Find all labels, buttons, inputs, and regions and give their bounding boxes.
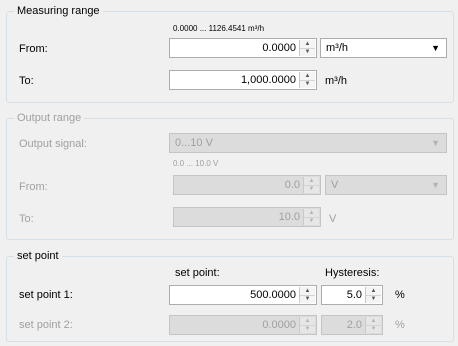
from-spinner[interactable]: ▲ ▼ <box>299 40 315 56</box>
set-point-2-value: 0.0000 <box>262 319 296 331</box>
spin-down-icon[interactable]: ▼ <box>300 325 315 333</box>
spin-down-icon[interactable]: ▼ <box>304 217 319 225</box>
hysteresis-1-spinner[interactable]: ▲ ▼ <box>365 287 381 303</box>
output-from-input[interactable]: 0.0 ▲ ▼ <box>173 175 321 195</box>
to-value: 1,000.0000 <box>240 74 296 86</box>
spin-down-icon[interactable]: ▼ <box>300 80 315 88</box>
hysteresis-2-unit: % <box>395 319 405 331</box>
output-from-value: 0.0 <box>284 179 300 191</box>
dropdown-arrow-icon[interactable]: ▼ <box>431 176 440 194</box>
hysteresis-1-unit: % <box>395 289 405 301</box>
to-label: To: <box>19 75 34 87</box>
from-value: 0.0000 <box>262 42 296 54</box>
output-range-hint: 0.0 ... 10.0 V <box>173 159 219 168</box>
set-point-group: set point set point: Hysteresis: set poi… <box>6 250 454 342</box>
output-to-spinner[interactable]: ▲ ▼ <box>303 209 319 225</box>
set-point-2-input[interactable]: 0.0000 ▲ ▼ <box>169 315 317 335</box>
dropdown-arrow-icon[interactable]: ▼ <box>431 134 440 152</box>
output-to-label: To: <box>19 213 34 225</box>
set-point-1-value: 500.0000 <box>250 289 296 301</box>
to-input[interactable]: 1,000.0000 ▲ ▼ <box>169 70 317 90</box>
unit-select-value: m³/h <box>326 42 348 54</box>
unit-select[interactable]: m³/h ▼ <box>320 38 447 58</box>
output-signal-value: 0...10 V <box>175 137 213 149</box>
set-point-2-spinner[interactable]: ▲ ▼ <box>299 317 315 333</box>
hysteresis-1-input[interactable]: 5.0 ▲ ▼ <box>321 285 383 305</box>
spin-down-icon[interactable]: ▼ <box>300 48 315 56</box>
set-point-column-header: set point: <box>175 267 220 279</box>
output-to-value: 10.0 <box>278 211 300 223</box>
output-from-label: From: <box>19 181 48 193</box>
from-label: From: <box>19 43 48 55</box>
set-point-1-spinner[interactable]: ▲ ▼ <box>299 287 315 303</box>
set-point-title: set point <box>14 250 62 263</box>
from-input[interactable]: 0.0000 ▲ ▼ <box>169 38 317 58</box>
spin-down-icon[interactable]: ▼ <box>366 325 381 333</box>
output-from-unit-select[interactable]: V ▼ <box>325 175 447 195</box>
spin-down-icon[interactable]: ▼ <box>366 295 381 303</box>
measuring-range-hint: 0.0000 ... 1126.4541 m³/h <box>173 24 265 33</box>
set-point-2-label: set point 2: <box>19 319 73 331</box>
spin-down-icon[interactable]: ▼ <box>300 295 315 303</box>
measuring-range-group: Measuring range 0.0000 ... 1126.4541 m³/… <box>6 5 454 103</box>
set-point-1-label: set point 1: <box>19 289 73 301</box>
output-range-group: Output range Output signal: 0...10 V ▼ 0… <box>6 112 454 240</box>
output-range-title: Output range <box>14 112 85 125</box>
dropdown-arrow-icon[interactable]: ▼ <box>431 39 440 57</box>
hysteresis-1-value: 5.0 <box>346 289 362 301</box>
output-to-unit: V <box>329 213 337 225</box>
measuring-range-title: Measuring range <box>14 5 103 18</box>
hysteresis-2-spinner[interactable]: ▲ ▼ <box>365 317 381 333</box>
hysteresis-2-value: 2.0 <box>346 319 362 331</box>
output-to-input[interactable]: 10.0 ▲ ▼ <box>173 207 321 227</box>
output-signal-label: Output signal: <box>19 138 87 150</box>
output-from-spinner[interactable]: ▲ ▼ <box>303 177 319 193</box>
output-signal-select[interactable]: 0...10 V ▼ <box>169 133 447 153</box>
set-point-1-input[interactable]: 500.0000 ▲ ▼ <box>169 285 317 305</box>
hysteresis-column-header: Hysteresis: <box>325 267 380 279</box>
hysteresis-2-input[interactable]: 2.0 ▲ ▼ <box>321 315 383 335</box>
output-from-unit: V <box>331 179 339 191</box>
to-unit: m³/h <box>325 75 347 87</box>
to-spinner[interactable]: ▲ ▼ <box>299 72 315 88</box>
spin-down-icon[interactable]: ▼ <box>304 185 319 193</box>
